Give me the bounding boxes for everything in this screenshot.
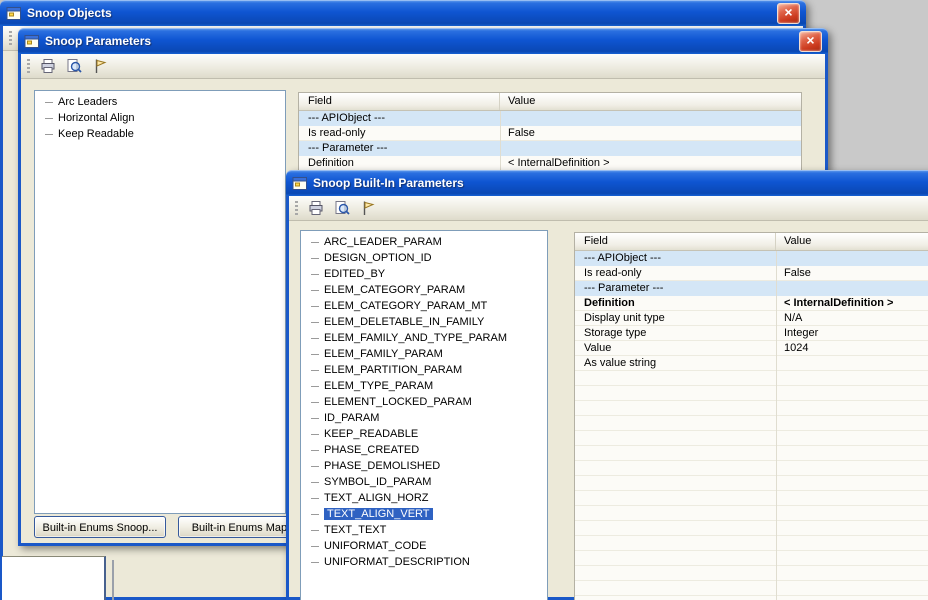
field-cell: Display unit type bbox=[575, 311, 776, 326]
snoop-objects-title: Snoop Objects bbox=[27, 6, 772, 20]
field-cell: Is read-only bbox=[575, 266, 776, 281]
value-cell: 1024 bbox=[776, 341, 928, 356]
grid-category-row[interactable]: --- APIObject --- bbox=[299, 111, 801, 126]
close-icon[interactable]: × bbox=[777, 3, 800, 24]
grid-row[interactable]: Is read-onlyFalse bbox=[299, 126, 801, 141]
field-cell: Definition bbox=[575, 296, 776, 311]
window-icon bbox=[24, 34, 40, 49]
grid-category-row[interactable]: --- Parameter --- bbox=[299, 141, 801, 156]
window-icon bbox=[292, 176, 308, 191]
desktop: Snoop Objects × Snoop Parameters × bbox=[0, 0, 928, 600]
close-icon[interactable]: × bbox=[799, 31, 822, 52]
grid-header: Field Value bbox=[575, 233, 928, 251]
grid-row[interactable]: Value1024 bbox=[575, 341, 928, 356]
list-item[interactable]: PHASE_DEMOLISHED bbox=[301, 458, 547, 474]
grid-row[interactable]: Display unit typeN/A bbox=[575, 311, 928, 326]
builtin-enums-snoop-button[interactable]: Built-in Enums Snoop... bbox=[34, 516, 166, 538]
list-item[interactable]: TEXT_TEXT bbox=[301, 522, 547, 538]
value-cell: False bbox=[776, 266, 928, 281]
snoop-builtin-titlebar[interactable]: Snoop Built-In Parameters × bbox=[286, 170, 928, 196]
snoop-builtin-toolbar bbox=[289, 196, 928, 221]
field-cell: Definition bbox=[299, 156, 500, 171]
field-column-header[interactable]: Field bbox=[299, 93, 500, 110]
snoop-objects-titlebar[interactable]: Snoop Objects × bbox=[0, 0, 806, 26]
grid-row[interactable]: Is read-onlyFalse bbox=[575, 266, 928, 281]
list-item[interactable]: TEXT_ALIGN_VERT bbox=[301, 506, 547, 522]
toolbar-grip bbox=[295, 201, 298, 216]
value-column-header[interactable]: Value bbox=[500, 93, 801, 110]
toolbar-grip bbox=[9, 31, 12, 46]
window-snoop-builtin-parameters: Snoop Built-In Parameters × ARC_LEADER_P… bbox=[286, 170, 928, 600]
window-icon bbox=[6, 6, 22, 21]
snoop-builtin-title: Snoop Built-In Parameters bbox=[313, 176, 928, 190]
grid-row[interactable]: As value string bbox=[575, 356, 928, 371]
value-cell: Integer bbox=[776, 326, 928, 341]
snoop-parameters-toolbar bbox=[21, 54, 825, 79]
field-cell: Value bbox=[575, 341, 776, 356]
grid-category-row[interactable]: --- APIObject --- bbox=[575, 251, 928, 266]
grid-header: Field Value bbox=[299, 93, 801, 111]
field-cell: Storage type bbox=[575, 326, 776, 341]
list-item[interactable]: UNIFORMAT_DESCRIPTION bbox=[301, 554, 547, 570]
value-cell bbox=[776, 356, 928, 371]
list-item[interactable]: ID_PARAM bbox=[301, 410, 547, 426]
selected-list-item-label: TEXT_ALIGN_VERT bbox=[324, 508, 433, 520]
list-item[interactable]: ELEM_CATEGORY_PARAM_MT bbox=[301, 298, 547, 314]
value-cell bbox=[776, 251, 928, 266]
print-icon[interactable] bbox=[307, 200, 324, 217]
field-cell: --- APIObject --- bbox=[299, 111, 500, 126]
flag-icon[interactable] bbox=[91, 58, 108, 75]
background-panel-corner bbox=[2, 556, 106, 600]
list-item[interactable]: TEXT_ALIGN_HORZ bbox=[301, 490, 547, 506]
list-item[interactable]: KEEP_READABLE bbox=[301, 426, 547, 442]
snoop-parameters-title: Snoop Parameters bbox=[45, 34, 794, 48]
builtin-parameters-list: ARC_LEADER_PARAMDESIGN_OPTION_IDEDITED_B… bbox=[300, 230, 548, 600]
list-item[interactable]: EDITED_BY bbox=[301, 266, 547, 282]
field-cell: --- APIObject --- bbox=[575, 251, 776, 266]
list-item[interactable]: Keep Readable bbox=[35, 126, 285, 142]
list-item[interactable]: ELEMENT_LOCKED_PARAM bbox=[301, 394, 547, 410]
list-item[interactable]: ELEM_CATEGORY_PARAM bbox=[301, 282, 547, 298]
list-item[interactable]: ELEM_PARTITION_PARAM bbox=[301, 362, 547, 378]
snoop-parameters-titlebar[interactable]: Snoop Parameters × bbox=[18, 28, 828, 54]
grid-body: --- APIObject ---Is read-onlyFalse--- Pa… bbox=[575, 251, 928, 600]
parameters-tree: Arc LeadersHorizontal AlignKeep Readable bbox=[34, 90, 286, 514]
value-cell bbox=[500, 141, 801, 156]
grid-row[interactable]: Storage typeInteger bbox=[575, 326, 928, 341]
print-icon[interactable] bbox=[39, 58, 56, 75]
list-item[interactable]: ELEM_FAMILY_AND_TYPE_PARAM bbox=[301, 330, 547, 346]
list-item[interactable]: UNIFORMAT_CODE bbox=[301, 538, 547, 554]
list-item[interactable]: PHASE_CREATED bbox=[301, 442, 547, 458]
background-panel-divider bbox=[112, 560, 114, 600]
field-cell: As value string bbox=[575, 356, 776, 371]
value-cell: N/A bbox=[776, 311, 928, 326]
builtin-field-value-grid: Field Value --- APIObject ---Is read-onl… bbox=[574, 232, 928, 600]
value-cell bbox=[500, 111, 801, 126]
preview-icon[interactable] bbox=[333, 200, 350, 217]
value-cell: False bbox=[500, 126, 801, 141]
value-cell: < InternalDefinition > bbox=[776, 296, 928, 311]
value-cell: < InternalDefinition > bbox=[500, 156, 801, 171]
list-item[interactable]: SYMBOL_ID_PARAM bbox=[301, 474, 547, 490]
list-item[interactable]: ELEM_TYPE_PARAM bbox=[301, 378, 547, 394]
grid-row[interactable]: Definition< InternalDefinition > bbox=[299, 156, 801, 171]
list-item[interactable]: ELEM_DELETABLE_IN_FAMILY bbox=[301, 314, 547, 330]
field-column-header[interactable]: Field bbox=[575, 233, 776, 250]
list-item[interactable]: ARC_LEADER_PARAM bbox=[301, 234, 547, 250]
grid-row[interactable]: Definition< InternalDefinition > bbox=[575, 296, 928, 311]
field-cell: Is read-only bbox=[299, 126, 500, 141]
list-item[interactable]: Arc Leaders bbox=[35, 94, 285, 110]
list-item[interactable]: DESIGN_OPTION_ID bbox=[301, 250, 547, 266]
list-item[interactable]: Horizontal Align bbox=[35, 110, 285, 126]
toolbar-grip bbox=[27, 59, 30, 74]
value-column-header[interactable]: Value bbox=[776, 233, 928, 250]
value-cell bbox=[776, 281, 928, 296]
list-item[interactable]: ELEM_FAMILY_PARAM bbox=[301, 346, 547, 362]
grid-category-row[interactable]: --- Parameter --- bbox=[575, 281, 928, 296]
flag-icon[interactable] bbox=[359, 200, 376, 217]
preview-icon[interactable] bbox=[65, 58, 82, 75]
field-cell: --- Parameter --- bbox=[299, 141, 500, 156]
field-cell: --- Parameter --- bbox=[575, 281, 776, 296]
